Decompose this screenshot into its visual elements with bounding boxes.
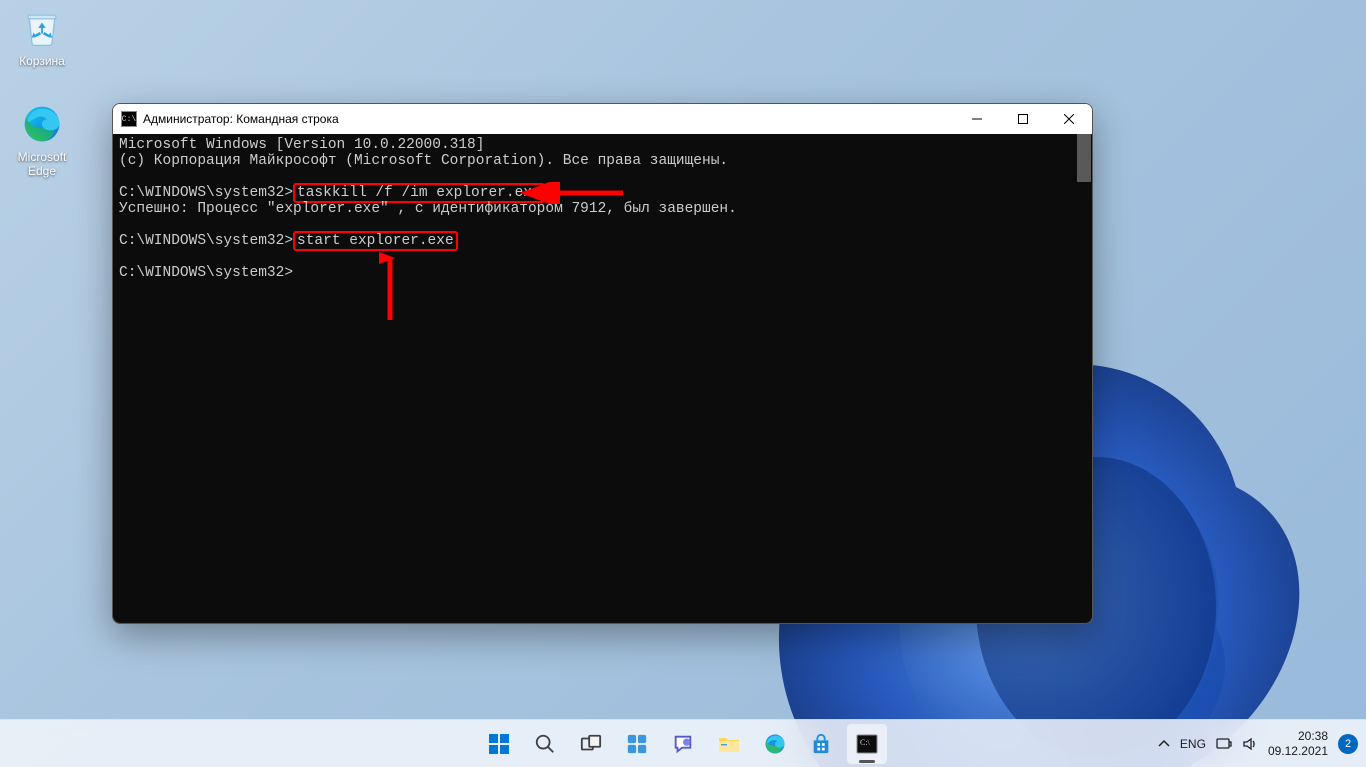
command-prompt-window[interactable]: C:\ Администратор: Командная строка Micr… (112, 103, 1093, 624)
terminal-prompt: C:\WINDOWS\system32> (119, 185, 293, 201)
store-button[interactable] (801, 724, 841, 764)
taskbar-center-items: C:\ (479, 724, 887, 764)
taskbar-clock[interactable]: 20:38 09.12.2021 (1268, 729, 1328, 759)
scrollbar-thumb[interactable] (1077, 134, 1091, 182)
edge-icon (763, 732, 787, 756)
minimize-button[interactable] (954, 104, 1000, 134)
widgets-icon (626, 733, 648, 755)
terminal-prompt: C:\WINDOWS\system32> (119, 265, 293, 281)
volume-button[interactable] (1242, 736, 1258, 752)
terminal-line: Успешно: Процесс "explorer.exe" , с иден… (119, 201, 737, 217)
close-button[interactable] (1046, 104, 1092, 134)
desktop-icon-label: Microsoft Edge (18, 150, 67, 178)
cmd-icon: C:\ (121, 111, 137, 127)
maximize-icon (1018, 114, 1028, 124)
taskbar-date: 09.12.2021 (1268, 744, 1328, 759)
maximize-button[interactable] (1000, 104, 1046, 134)
highlighted-command-2: start explorer.exe (293, 231, 458, 251)
widgets-button[interactable] (617, 724, 657, 764)
window-titlebar[interactable]: C:\ Администратор: Командная строка (113, 104, 1092, 134)
annotation-arrow-up (379, 248, 401, 328)
network-button[interactable] (1216, 736, 1232, 752)
terminal-body[interactable]: Microsoft Windows [Version 10.0.22000.31… (113, 134, 1092, 623)
terminal-line: (c) Корпорация Майкрософт (Microsoft Cor… (119, 153, 728, 169)
cmd-taskbar-icon: C:\ (855, 732, 879, 756)
windows-start-icon (487, 732, 511, 756)
desktop-icon-edge[interactable]: Microsoft Edge (6, 102, 78, 178)
notification-button[interactable]: 2 (1338, 734, 1358, 754)
volume-icon (1242, 736, 1258, 752)
system-tray: ENG 20:38 09.12.2021 2 (1158, 720, 1358, 767)
chat-icon (672, 733, 694, 755)
terminal-scrollbar[interactable] (1076, 134, 1092, 623)
taskbar[interactable]: C:\ ENG 20:38 (0, 719, 1366, 767)
desktop-icon-recycle-bin[interactable]: Корзина (6, 6, 78, 68)
terminal-prompt: C:\WINDOWS\system32> (119, 233, 293, 249)
minimize-icon (972, 114, 982, 124)
taskbar-time: 20:38 (1268, 729, 1328, 744)
task-view-button[interactable] (571, 724, 611, 764)
window-controls (954, 104, 1092, 134)
search-icon (534, 733, 556, 755)
start-button[interactable] (479, 724, 519, 764)
window-title: Администратор: Командная строка (143, 112, 954, 126)
desktop-icon-label: Корзина (19, 54, 65, 68)
task-view-icon (580, 733, 602, 755)
edge-taskbar-button[interactable] (755, 724, 795, 764)
search-button[interactable] (525, 724, 565, 764)
chevron-up-icon (1158, 738, 1170, 750)
terminal-line: Microsoft Windows [Version 10.0.22000.31… (119, 137, 484, 153)
store-icon (810, 733, 832, 755)
recycle-bin-icon (20, 6, 64, 50)
language-indicator[interactable]: ENG (1180, 737, 1206, 751)
desktop[interactable]: Корзина Microsoft Edge C:\ Администратор… (0, 0, 1366, 767)
edge-icon (20, 102, 64, 146)
highlighted-command-1: taskkill /f /im explorer.exe (293, 183, 545, 203)
file-explorer-icon (717, 732, 741, 756)
svg-text:C:\: C:\ (860, 738, 871, 747)
close-icon (1064, 114, 1074, 124)
chat-button[interactable] (663, 724, 703, 764)
cmd-taskbar-button[interactable]: C:\ (847, 724, 887, 764)
file-explorer-button[interactable] (709, 724, 749, 764)
tray-overflow-button[interactable] (1158, 738, 1170, 750)
network-icon (1216, 736, 1232, 752)
